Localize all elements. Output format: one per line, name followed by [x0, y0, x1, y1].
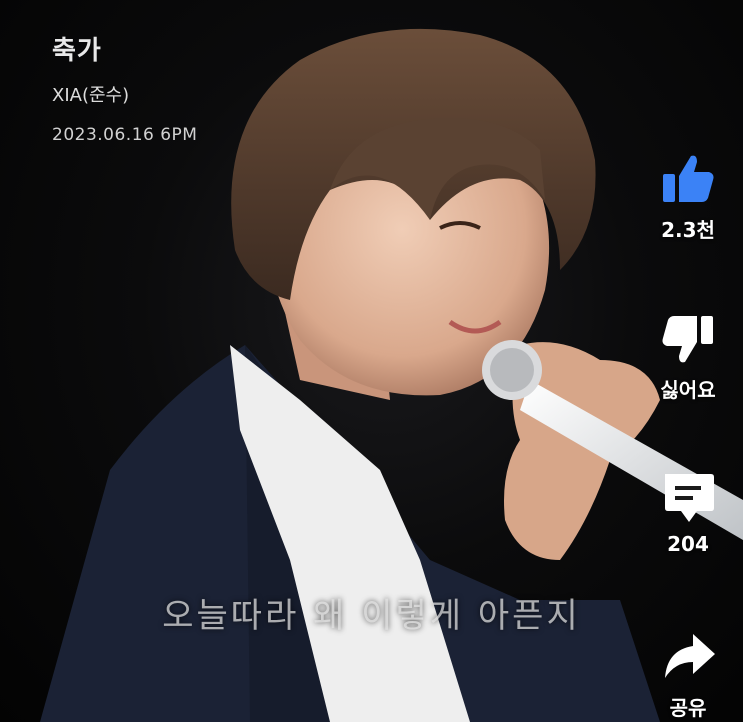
like-button[interactable]: 2.3천: [633, 150, 743, 243]
video-player[interactable]: 축가 XIA(준수) 2023.06.16 6PM 오늘따라 왜 이렇게 아픈지…: [0, 0, 743, 722]
comment-count: 204: [667, 532, 709, 556]
dislike-button[interactable]: 싫어요: [633, 310, 743, 403]
artist-name: XIA(준수): [52, 85, 130, 106]
performance-date: 2023.06.16 6PM: [52, 125, 198, 145]
thumbs-down-icon: [662, 316, 713, 363]
comments-button[interactable]: 204: [633, 468, 743, 556]
comment-icon: [665, 474, 714, 522]
video-info: 축가 XIA(준수) 2023.06.16 6PM: [52, 30, 197, 145]
thumbs-up-icon: [663, 155, 714, 202]
dislike-label: 싫어요: [660, 378, 716, 402]
video-title: 축가: [52, 36, 102, 66]
lyric-subtitle: 오늘따라 왜 이렇게 아픈지: [162, 596, 581, 636]
like-count: 2.3천: [661, 218, 715, 242]
share-button[interactable]: 공유: [633, 628, 743, 721]
share-label: 공유: [669, 696, 707, 720]
share-icon: [665, 634, 715, 678]
